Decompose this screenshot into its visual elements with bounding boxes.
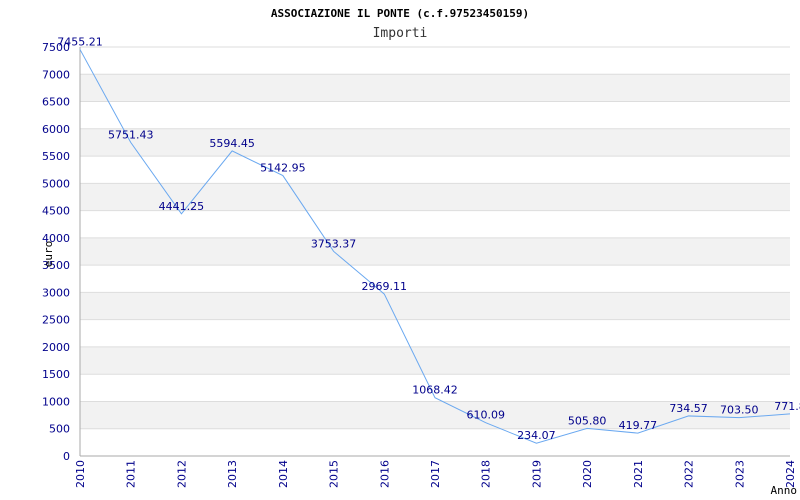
grid-band — [80, 156, 790, 184]
y-tick-label: 4500 — [42, 205, 70, 218]
data-label: 703.50 — [720, 404, 759, 417]
data-label: 610.09 — [466, 409, 505, 422]
grid-band — [80, 210, 790, 238]
data-label: 5751.43 — [108, 128, 154, 141]
x-tick-labels: 2010 2011 2012 2013 2014 2015 2016 2017 2018 2019… — [74, 460, 797, 488]
y-tick-label: 6500 — [42, 96, 70, 109]
data-label: 5594.45 — [209, 137, 255, 150]
x-tick-label: 2019 — [530, 460, 543, 488]
y-tick-label: 5000 — [42, 177, 70, 190]
x-tick-label: 2010 — [74, 460, 87, 488]
data-label: 7455.21 — [57, 35, 103, 48]
x-tick-label: 2013 — [226, 460, 239, 488]
chart-subtitle: Importi — [373, 26, 428, 41]
y-tick-label: 6000 — [42, 123, 70, 136]
x-tick-label: 2011 — [125, 460, 138, 488]
grid-band — [80, 47, 790, 75]
x-tick-label: 2014 — [277, 460, 290, 488]
y-tick-label: 500 — [49, 423, 70, 436]
x-tick-label: 2021 — [632, 460, 645, 488]
data-label: 2969.11 — [362, 280, 408, 293]
y-tick-label: 1500 — [42, 368, 70, 381]
y-tick-label: 2000 — [42, 341, 70, 354]
chart: ASSOCIAZIONE IL PONTE (c.f.97523450159) … — [42, 7, 800, 497]
x-tick-label: 2012 — [175, 460, 188, 488]
grid-band — [80, 319, 790, 347]
y-tick-label: 3000 — [42, 286, 70, 299]
data-label: 734.57 — [669, 402, 708, 415]
x-axis-label: Anno — [771, 484, 798, 497]
y-tick-label: 1000 — [42, 395, 70, 408]
chart-title: ASSOCIAZIONE IL PONTE (c.f.97523450159) — [271, 7, 529, 20]
y-tick-label: 0 — [63, 450, 70, 463]
x-tick-label: 2020 — [581, 460, 594, 488]
data-label: 234.07 — [517, 429, 556, 442]
x-tick-label: 2023 — [733, 460, 746, 488]
grid-band — [80, 101, 790, 129]
grid-band — [80, 128, 790, 157]
grid-band — [80, 428, 790, 456]
x-tick-label: 2015 — [328, 460, 341, 488]
y-axis-label: euro — [42, 241, 55, 268]
x-tick-label: 2017 — [429, 460, 442, 488]
x-tick-label: 2018 — [480, 460, 493, 488]
x-tick-label: 2022 — [683, 460, 696, 488]
grid-band — [80, 74, 790, 102]
data-label: 1068.42 — [412, 384, 458, 397]
data-label: 505.80 — [568, 414, 607, 427]
data-label: 3753.37 — [311, 237, 357, 250]
x-tick-label: 2016 — [378, 460, 391, 488]
data-label: 5142.95 — [260, 162, 306, 175]
grid-band — [80, 292, 790, 320]
data-label: 771.8 — [774, 400, 800, 413]
y-tick-label: 2500 — [42, 314, 70, 327]
y-tick-label: 7000 — [42, 68, 70, 81]
data-label: 419.77 — [619, 419, 658, 432]
data-label: 4441.25 — [159, 200, 205, 213]
y-tick-label: 5500 — [42, 150, 70, 163]
grid-band — [80, 346, 790, 375]
grid-band — [80, 237, 790, 266]
grid-band — [80, 265, 790, 293]
